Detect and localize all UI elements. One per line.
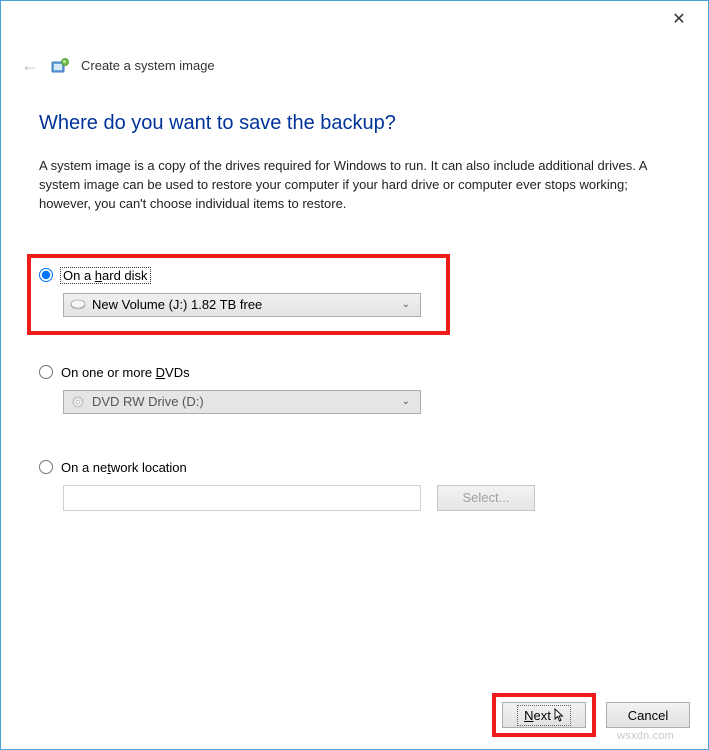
cancel-button[interactable]: Cancel [606,702,690,728]
titlebar: ✕ [1,1,708,37]
dvd-selected: DVD RW Drive (D:) [92,394,398,409]
wizard-header: ← Create a system image [1,37,708,82]
system-image-icon [51,57,69,75]
mouse-cursor-icon [554,708,564,725]
dvd-icon [70,396,86,408]
option-network: On a network location Select... [39,460,670,511]
radio-network[interactable]: On a network location [39,460,670,475]
back-arrow-icon: ← [21,55,39,76]
footer: Next Cancel [492,693,690,737]
content-area: Where do you want to save the backup? A … [1,82,708,511]
radio-dvd-input[interactable] [39,365,53,379]
radio-network-label: On a network location [61,460,187,475]
page-heading: Where do you want to save the backup? [39,112,670,135]
radio-hard-disk-input[interactable] [39,268,53,282]
option-dvd: On one or more DVDs DVD RW Drive (D:) ⌄ [39,365,670,414]
hard-disk-dropdown[interactable]: New Volume (J:) 1.82 TB free ⌄ [63,293,421,317]
radio-dvd[interactable]: On one or more DVDs [39,365,670,380]
chevron-down-icon: ⌄ [398,396,414,407]
network-path-input[interactable] [63,485,421,511]
wizard-title: Create a system image [81,58,215,73]
radio-network-input[interactable] [39,460,53,474]
page-description: A system image is a copy of the drives r… [39,157,659,214]
chevron-down-icon: ⌄ [398,299,414,310]
option-hard-disk: On a hard disk New Volume (J:) 1.82 TB f… [27,254,450,335]
hard-disk-icon [70,299,86,311]
radio-dvd-label: On one or more DVDs [61,365,190,380]
close-button[interactable]: ✕ [664,7,694,31]
select-button: Select... [437,485,535,511]
next-button[interactable]: Next [502,702,586,728]
radio-hard-disk-label: On a hard disk [61,268,150,283]
radio-hard-disk[interactable]: On a hard disk [39,268,438,283]
hard-disk-selected: New Volume (J:) 1.82 TB free [92,297,398,312]
dvd-dropdown[interactable]: DVD RW Drive (D:) ⌄ [63,390,421,414]
next-button-highlight: Next [492,693,596,737]
